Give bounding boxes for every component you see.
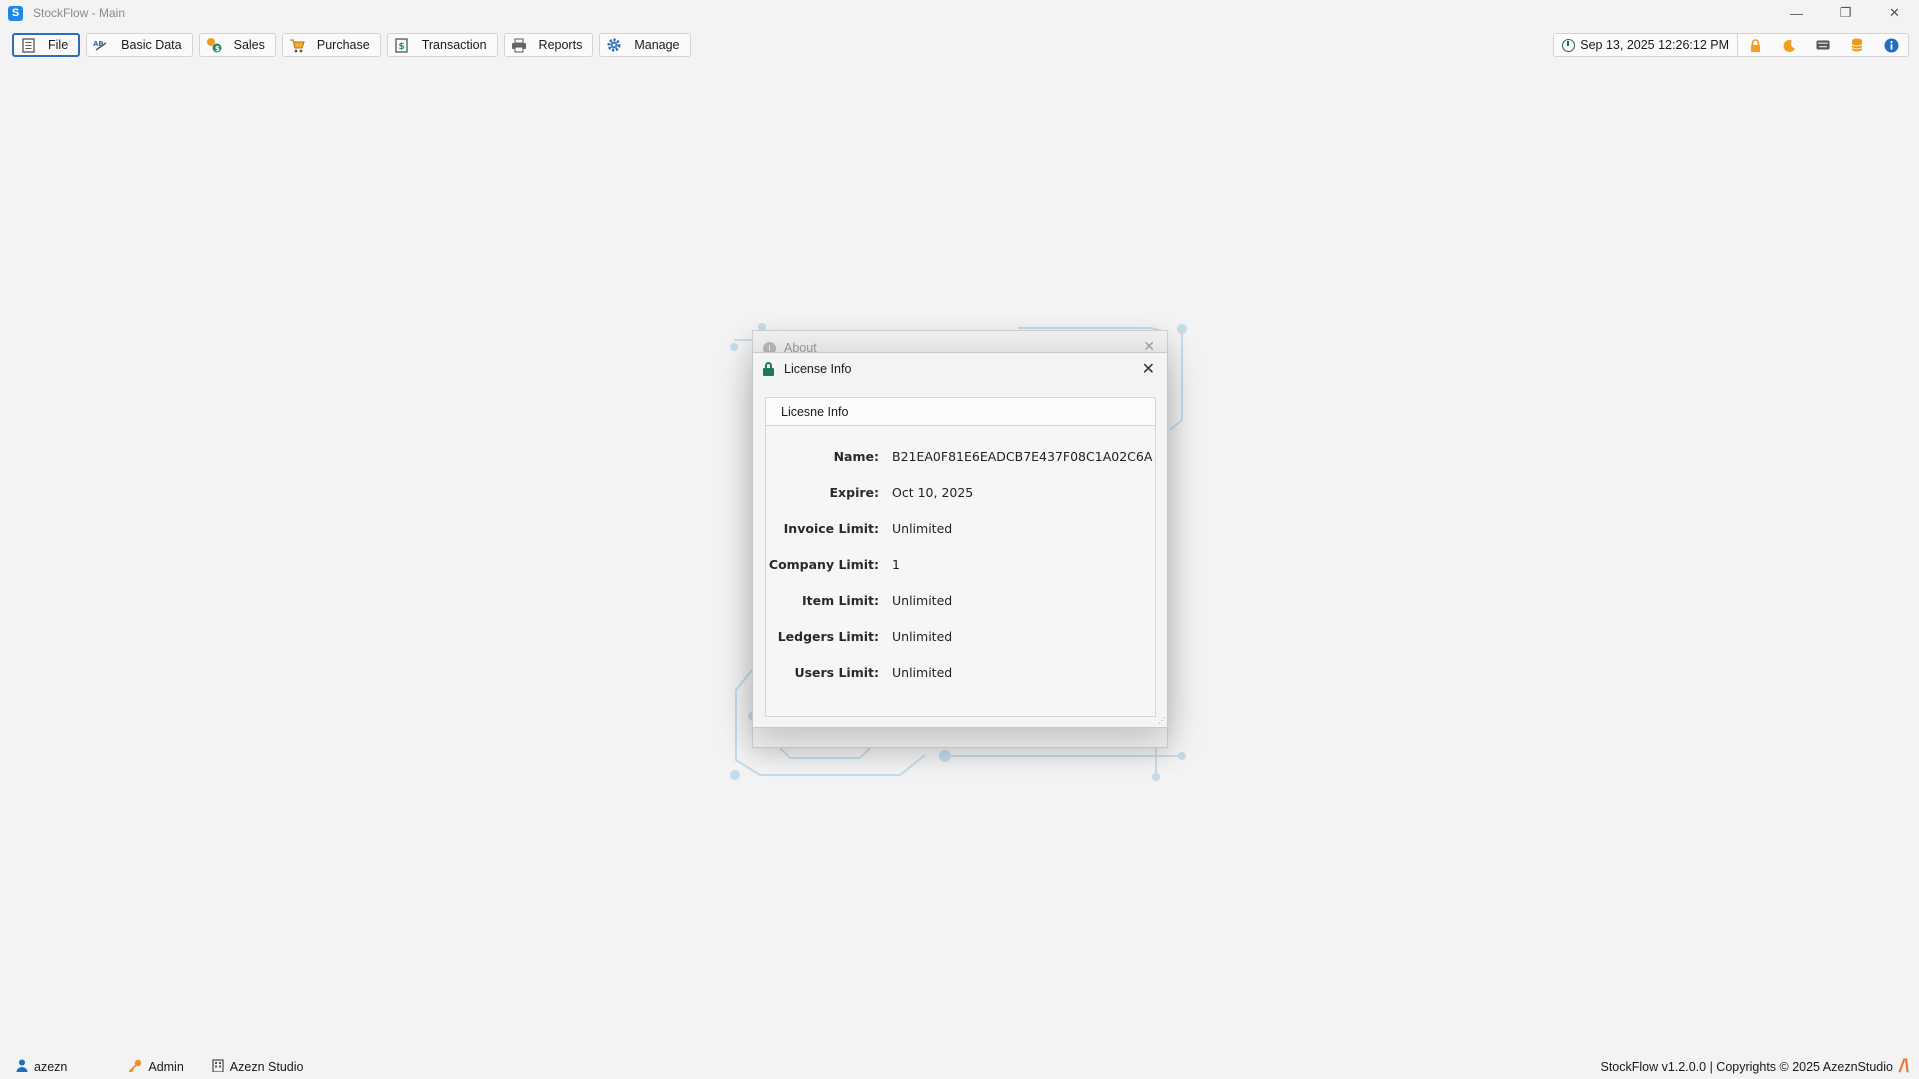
current-user: azezn: [16, 1059, 67, 1075]
license-key: Company Limit:: [768, 556, 879, 572]
license-row-item-limit: Item Limit: Unlimited: [766, 582, 1155, 618]
license-fields: Name: B21EA0F81E6EADCB7E437F08C1A02C6A E…: [766, 438, 1155, 690]
license-row-company-limit: Company Limit: 1: [766, 546, 1155, 582]
license-row-expire: Expire: Oct 10, 2025: [766, 474, 1155, 510]
license-key: Invoice Limit:: [783, 520, 879, 536]
license-value: Oct 10, 2025: [892, 484, 974, 500]
license-panel-header: Licesne Info: [766, 398, 1155, 426]
role-name: Admin: [148, 1059, 184, 1074]
status-bar: azezn Admin Azezn Studio StockFlow v1.2.…: [0, 1054, 1919, 1079]
company-name: Azezn Studio: [229, 1059, 304, 1074]
key-icon: [128, 1059, 142, 1075]
license-dialog: License Info ✕ Licesne Info Name: B21EA0…: [752, 352, 1168, 728]
resize-grip-icon[interactable]: ⋰: [1158, 716, 1166, 725]
license-close-button[interactable]: ✕: [1142, 359, 1155, 379]
user-name: azezn: [34, 1059, 68, 1074]
user-icon: [16, 1059, 28, 1075]
license-key: Expire:: [829, 484, 879, 500]
license-value: Unlimited: [892, 628, 953, 644]
license-key: Name:: [833, 448, 879, 464]
license-value: Unlimited: [892, 592, 953, 608]
company: Azezn Studio: [212, 1058, 304, 1075]
building-icon: [212, 1058, 224, 1075]
license-row-name: Name: B21EA0F81E6EADCB7E437F08C1A02C6A: [766, 438, 1155, 474]
user-role: Admin: [128, 1059, 184, 1075]
license-key: Item Limit:: [801, 592, 879, 608]
license-row-ledgers-limit: Ledgers Limit: Unlimited: [766, 618, 1155, 654]
license-value: 1: [892, 556, 900, 572]
license-title: License Info: [784, 362, 852, 376]
license-titlebar: License Info: [753, 353, 1167, 385]
license-panel: Licesne Info Name: B21EA0F81E6EADCB7E437…: [765, 397, 1156, 717]
license-row-invoice-limit: Invoice Limit: Unlimited: [766, 510, 1155, 546]
license-key: Users Limit:: [794, 664, 879, 680]
version-copyright: StockFlow v1.2.0.0 | Copyrights © 2025 A…: [1600, 1059, 1893, 1074]
license-lock-icon: [763, 362, 774, 376]
license-value: B21EA0F81E6EADCB7E437F08C1A02C6A: [892, 448, 1153, 464]
license-row-users-limit: Users Limit: Unlimited: [766, 654, 1155, 690]
brand-logo-icon: /\: [1898, 1056, 1909, 1076]
footer-info: StockFlow v1.2.0.0 | Copyrights © 2025 A…: [1601, 1056, 1910, 1077]
license-value: Unlimited: [892, 520, 953, 536]
license-value: Unlimited: [892, 664, 953, 680]
license-key: Ledgers Limit:: [777, 628, 879, 644]
